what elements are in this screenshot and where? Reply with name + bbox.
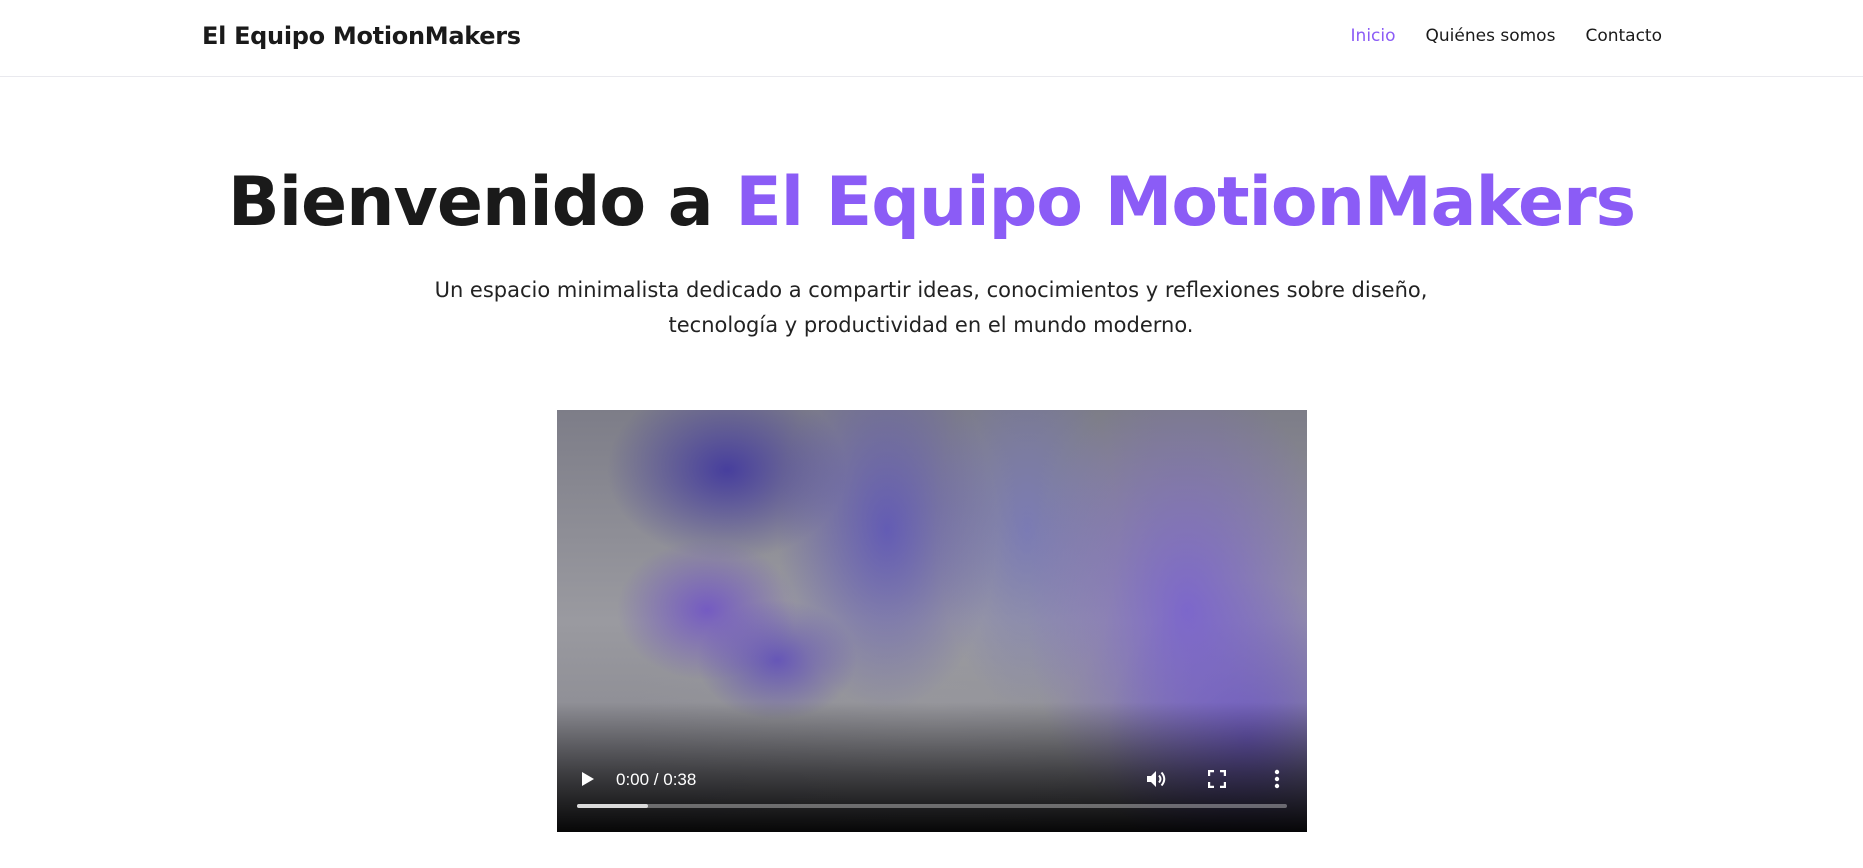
hero-title-prefix: Bienvenido a bbox=[227, 163, 736, 242]
nav-link-quienes-somos[interactable]: Quiénes somos bbox=[1426, 26, 1556, 46]
video-player[interactable]: 0:00 / 0:38 bbox=[557, 410, 1307, 832]
more-options-button[interactable] bbox=[1262, 766, 1292, 796]
video-controls: 0:00 / 0:38 bbox=[557, 732, 1307, 832]
video-time-display: 0:00 / 0:38 bbox=[616, 770, 697, 789]
hero-title-accent: El Equipo MotionMakers bbox=[735, 163, 1636, 242]
hero-subtitle: Un espacio minimalista dedicado a compar… bbox=[431, 273, 1431, 343]
volume-button[interactable] bbox=[1142, 766, 1172, 796]
nav-links: Inicio Quiénes somos Contacto bbox=[1351, 26, 1662, 46]
navbar: El Equipo MotionMakers Inicio Quiénes so… bbox=[0, 0, 1863, 77]
more-vert-icon bbox=[1274, 769, 1280, 793]
nav-link-contacto[interactable]: Contacto bbox=[1585, 26, 1662, 46]
play-icon bbox=[581, 771, 595, 791]
hero-title: Bienvenido a El Equipo MotionMakers bbox=[0, 162, 1863, 244]
video-buffer-fill bbox=[577, 804, 648, 808]
nav-link-inicio[interactable]: Inicio bbox=[1351, 26, 1396, 46]
play-button[interactable] bbox=[573, 766, 603, 796]
site-brand[interactable]: El Equipo MotionMakers bbox=[202, 22, 521, 50]
fullscreen-button[interactable] bbox=[1202, 766, 1232, 796]
volume-icon bbox=[1146, 769, 1168, 793]
fullscreen-icon bbox=[1207, 769, 1227, 792]
video-progress-bar[interactable] bbox=[577, 804, 1287, 808]
hero-subtitle-line-1: Un espacio minimalista dedicado a compar… bbox=[434, 278, 1428, 302]
hero-subtitle-line-2: tecnología y productividad en el mundo m… bbox=[668, 313, 1194, 337]
